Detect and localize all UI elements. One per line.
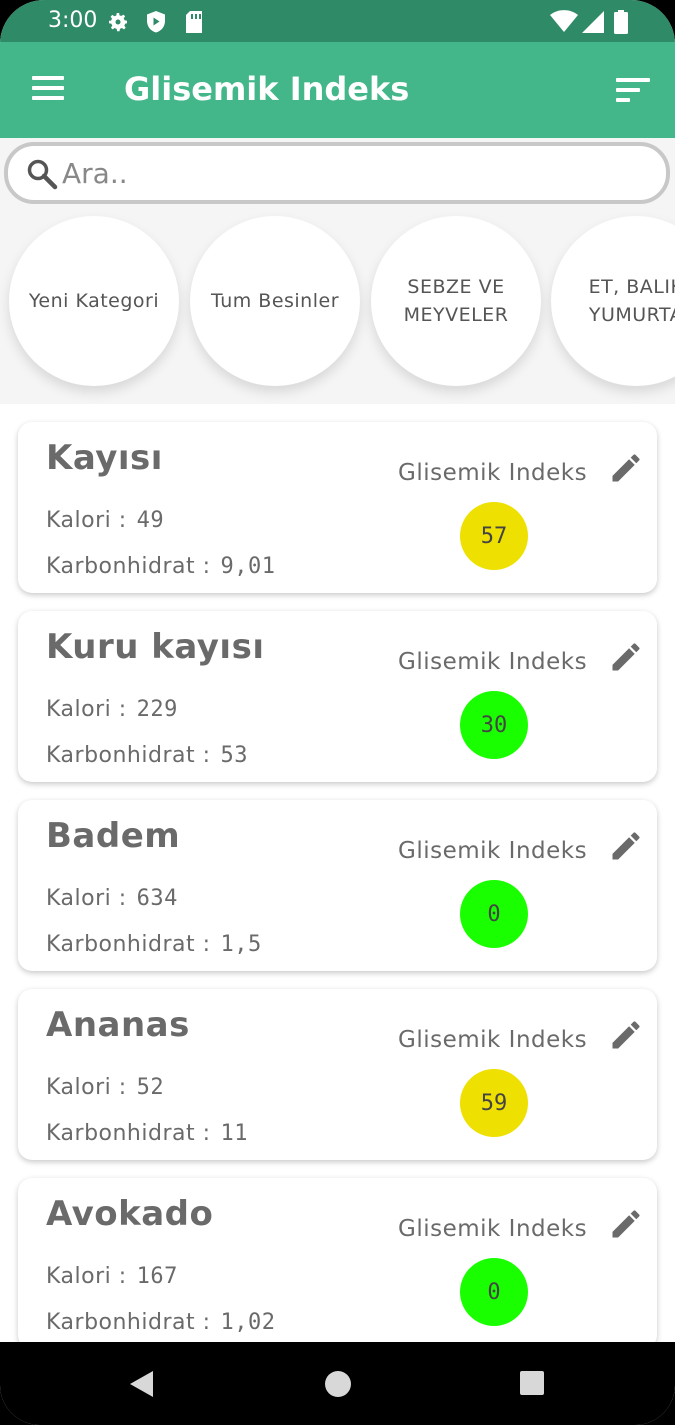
calorie-row: Kalori : 49 <box>46 508 164 533</box>
food-name: Ananas <box>46 1005 190 1045</box>
carb-label: Karbonhidrat : <box>46 554 211 579</box>
gi-badge: 57 <box>460 502 528 570</box>
calorie-label: Kalori : <box>46 886 127 911</box>
battery-icon <box>614 10 628 34</box>
carb-value: 1,02 <box>220 1310 276 1335</box>
calorie-label: Kalori : <box>46 1264 127 1289</box>
category-yeni-kategori[interactable]: Yeni Kategori <box>9 216 179 386</box>
calorie-label: Kalori : <box>46 1075 127 1100</box>
category-label: SEBZE VE MEYVELER <box>403 276 509 326</box>
calorie-value: 229 <box>136 697 178 722</box>
search-input[interactable] <box>62 152 652 194</box>
app-title: Glisemik Indeks <box>124 70 410 108</box>
category-sebze-ve-meyveler[interactable]: SEBZE VE MEYVELER <box>371 216 541 386</box>
gi-label: Glisemik Indeks <box>398 1216 588 1242</box>
gi-label: Glisemik Indeks <box>398 649 588 675</box>
pencil-icon[interactable] <box>608 1206 644 1242</box>
calorie-value: 167 <box>136 1264 178 1289</box>
carb-label: Karbonhidrat : <box>46 932 211 957</box>
status-time: 3:00 <box>48 8 98 33</box>
pencil-icon[interactable] <box>608 828 644 864</box>
settings-icon <box>109 13 127 32</box>
carb-value: 1,5 <box>220 932 262 957</box>
sort-icon[interactable] <box>612 74 656 110</box>
food-card[interactable]: Kayısı Kalori : 49 Karbonhidrat : 9,01 Gli… <box>18 422 657 593</box>
carb-row: Karbonhidrat : 11 <box>46 1121 248 1146</box>
gi-badge: 59 <box>460 1069 528 1137</box>
pencil-icon[interactable] <box>608 1017 644 1053</box>
calorie-value: 52 <box>136 1075 165 1100</box>
search-icon <box>27 159 58 190</box>
food-name: Kayısı <box>46 438 163 478</box>
sd-card-icon <box>186 11 202 33</box>
food-card[interactable]: Badem Kalori : 634 Karbonhidrat : 1,5 Glis… <box>18 800 657 971</box>
phone-screen: 3:00 Glisemik Indeks Ara.. Yeni Kategori… <box>0 0 675 1425</box>
pencil-icon[interactable] <box>608 450 644 486</box>
category-et-balik-yumurta[interactable]: ET, BALIK YUMURTA <box>551 216 675 386</box>
system-nav-bar <box>0 1342 675 1425</box>
carb-label: Karbonhidrat : <box>46 743 211 768</box>
calorie-row: Kalori : 52 <box>46 1075 164 1100</box>
carb-value: 53 <box>220 743 249 768</box>
carb-row: Karbonhidrat : 53 <box>46 743 248 768</box>
recents-square-icon[interactable] <box>519 1370 545 1396</box>
gi-badge: 0 <box>460 880 528 948</box>
app-bar: Glisemik Indeks <box>0 42 675 138</box>
carb-label: Karbonhidrat : <box>46 1121 211 1146</box>
calorie-label: Kalori : <box>46 508 127 533</box>
pencil-icon[interactable] <box>608 639 644 675</box>
category-tum-besinler[interactable]: Tum Besinler <box>190 216 360 386</box>
calorie-label: Kalori : <box>46 697 127 722</box>
wifi-icon <box>550 10 578 32</box>
calorie-value: 49 <box>136 508 165 533</box>
carb-label: Karbonhidrat : <box>46 1310 211 1335</box>
category-label: ET, BALIK YUMURTA <box>588 276 675 326</box>
calorie-value: 634 <box>136 886 178 911</box>
carb-value: 11 <box>220 1121 249 1146</box>
signal-icon <box>582 11 604 33</box>
food-card[interactable]: Kuru kayısı Kalori : 229 Karbonhidrat : 53… <box>18 611 657 782</box>
status-bar: 3:00 <box>0 0 675 42</box>
back-triangle-icon[interactable] <box>128 1370 154 1398</box>
category-label: Yeni Kategori <box>28 290 160 312</box>
carb-row: Karbonhidrat : 9,01 <box>46 554 276 579</box>
calorie-row: Kalori : 229 <box>46 697 178 722</box>
gi-badge: 30 <box>460 691 528 759</box>
shield-play-icon <box>147 11 165 33</box>
search-bar <box>0 138 675 212</box>
carb-row: Karbonhidrat : 1,5 <box>46 932 262 957</box>
food-list: Kayısı Kalori : 49 Karbonhidrat : 9,01 Gli… <box>0 404 675 1342</box>
food-name: Avokado <box>46 1194 214 1234</box>
calorie-row: Kalori : 167 <box>46 1264 178 1289</box>
gi-label: Glisemik Indeks <box>398 460 588 486</box>
carb-row: Karbonhidrat : 1,02 <box>46 1310 276 1335</box>
gi-badge: 0 <box>460 1258 528 1326</box>
food-card[interactable]: Avokado Kalori : 167 Karbonhidrat : 1,02 G… <box>18 1178 657 1342</box>
home-circle-icon[interactable] <box>324 1370 352 1398</box>
food-name: Kuru kayısı <box>46 627 265 667</box>
category-label: Tum Besinler <box>210 290 340 312</box>
food-card[interactable]: Ananas Kalori : 52 Karbonhidrat : 11 Glise… <box>18 989 657 1160</box>
carb-value: 9,01 <box>220 554 276 579</box>
calorie-row: Kalori : 634 <box>46 886 178 911</box>
search-box[interactable] <box>4 142 670 204</box>
category-strip: Yeni Kategori Tum Besinler SEBZE VE MEYV… <box>0 212 675 404</box>
gi-label: Glisemik Indeks <box>398 1027 588 1053</box>
menu-icon[interactable] <box>28 72 68 108</box>
food-name: Badem <box>46 816 181 856</box>
gi-label: Glisemik Indeks <box>398 838 588 864</box>
